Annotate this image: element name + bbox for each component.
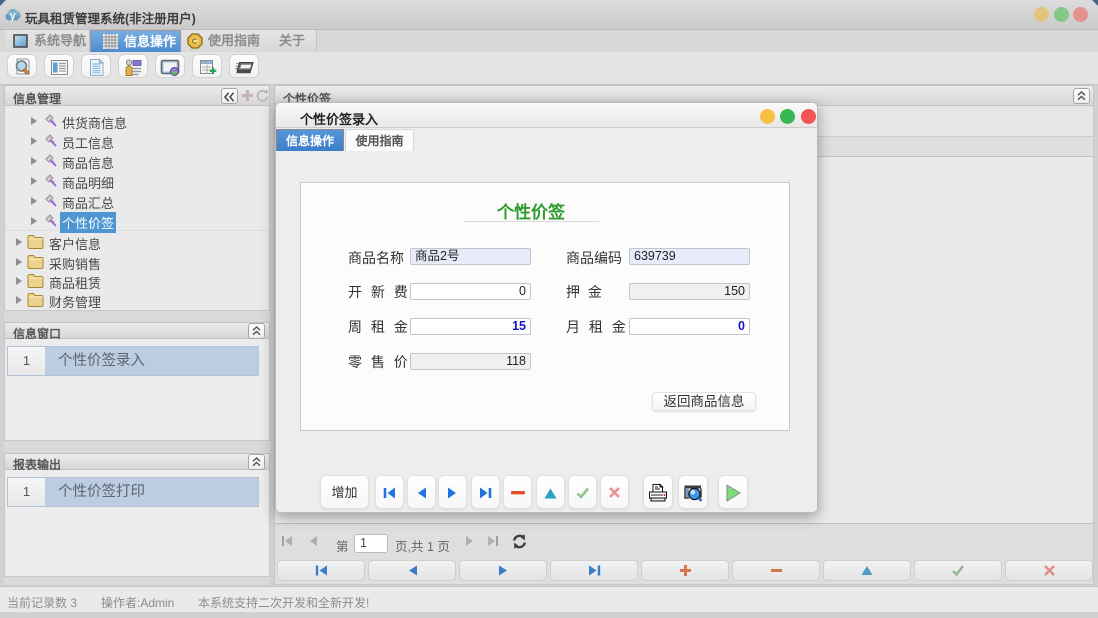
svg-text:y: y [10,10,17,21]
